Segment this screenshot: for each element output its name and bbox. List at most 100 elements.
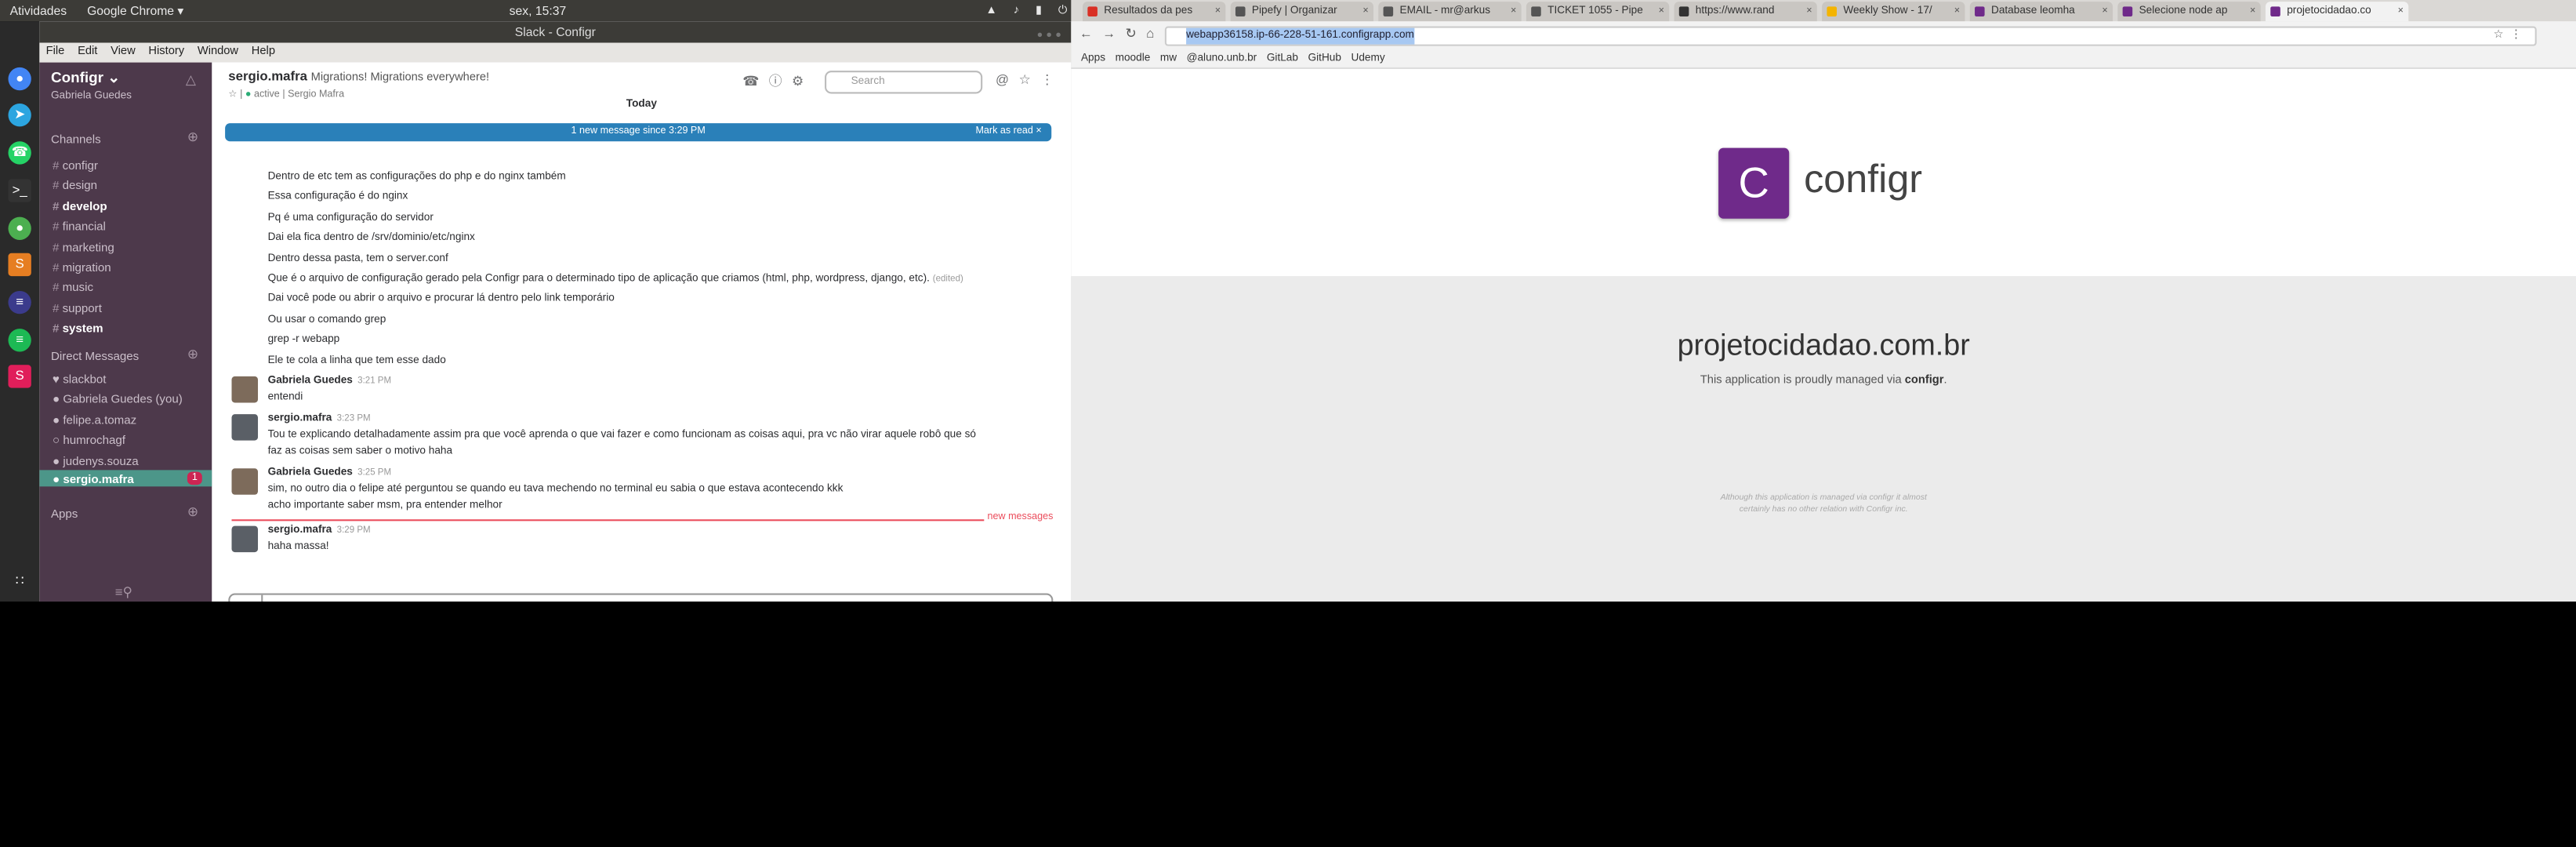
clock[interactable]: sex, 15:37 <box>510 0 567 21</box>
apps-header[interactable]: Apps <box>51 506 78 521</box>
close-tab-icon[interactable]: × <box>1362 2 1368 21</box>
sublime-icon[interactable]: S <box>8 253 31 277</box>
bookmark-2[interactable]: mw <box>1160 53 1177 64</box>
message-author[interactable]: sergio.mafra 3:23 PM <box>268 413 371 424</box>
sidebar-dm-2[interactable]: ● felipe.a.tomaz <box>53 413 136 427</box>
channels-header[interactable]: Channels <box>51 132 101 147</box>
bell-icon[interactable]: △ <box>186 72 196 87</box>
browser-tab-3[interactable]: TICKET 1055 - Pipe × <box>1526 2 1670 22</box>
add-dm-icon[interactable]: ⊕ <box>187 347 198 362</box>
menu-history[interactable]: History <box>148 46 184 58</box>
bookmark-0[interactable]: Apps <box>1081 53 1105 64</box>
sidebar-channel-design[interactable]: # design <box>53 178 97 193</box>
bookmark-3[interactable]: @aluno.unb.br <box>1187 53 1257 64</box>
current-user[interactable]: Gabriela Guedes <box>51 90 132 102</box>
bookmark-6[interactable]: Udemy <box>1351 53 1385 64</box>
avatar[interactable] <box>231 525 259 553</box>
omnibox-icons[interactable]: ☆⋮ <box>2494 28 2529 42</box>
bookmark-4[interactable]: GitLab <box>1267 53 1298 64</box>
menu-window[interactable]: Window <box>198 46 238 58</box>
avatar[interactable] <box>231 468 259 495</box>
app-menu[interactable]: Google Chrome ▾ <box>87 0 183 21</box>
bookmark-1[interactable]: moodle <box>1116 53 1151 64</box>
sidebar-dm-1[interactable]: ● Gabriela Guedes (you) <box>53 392 183 407</box>
slack-icon[interactable]: S <box>8 365 31 388</box>
author-name[interactable]: Gabriela Guedes <box>268 467 353 478</box>
author-name[interactable]: Gabriela Guedes <box>268 375 353 387</box>
activities-button[interactable]: Atividades <box>10 0 67 21</box>
add-channel-icon[interactable]: ⊕ <box>187 130 198 145</box>
menu-help[interactable]: Help <box>252 46 275 58</box>
browser-tab-0[interactable]: Resultados da pes × <box>1083 2 1226 22</box>
sidebar-channel-music[interactable]: # music <box>53 280 93 295</box>
close-tab-icon[interactable]: × <box>2250 2 2255 21</box>
message-time[interactable]: 3:29 PM <box>337 526 371 536</box>
sidebar-dm-4[interactable]: ● judenys.souza <box>53 453 139 468</box>
message-line: grep -r webapp <box>268 334 340 346</box>
nav-buttons[interactable]: ←→↻⌂ <box>1079 27 1164 42</box>
terminal-icon[interactable]: >_ <box>8 179 31 202</box>
attach-button[interactable]: + <box>230 594 263 602</box>
browser-tab-2[interactable]: EMAIL - mr@arkus × <box>1378 2 1522 22</box>
message-author[interactable]: sergio.mafra 3:29 PM <box>268 525 371 536</box>
menu-file[interactable]: File <box>46 46 65 58</box>
close-tab-icon[interactable]: × <box>1215 2 1221 21</box>
close-tab-icon[interactable]: × <box>1954 2 1960 21</box>
spotify-icon[interactable]: ≡ <box>8 329 31 352</box>
sidebar-channel-system[interactable]: # system <box>53 321 103 336</box>
browser-tab-5[interactable]: Weekly Show - 17/ × <box>1822 2 1965 22</box>
sidebar-dm-3[interactable]: ○ humrochagf <box>53 433 125 448</box>
sidebar-channel-marketing[interactable]: # marketing <box>53 239 114 254</box>
menu-view[interactable]: View <box>111 46 136 58</box>
disclaimer: Although this application is managed via… <box>1071 493 2576 516</box>
message-author[interactable]: Gabriela Guedes 3:21 PM <box>268 375 392 387</box>
message-time[interactable]: 3:21 PM <box>357 376 391 387</box>
message-input[interactable]: + Message @sergio.mafra Migrations! Migr… <box>228 593 1054 602</box>
close-tab-icon[interactable]: × <box>1806 2 1812 21</box>
app-icon-2[interactable]: ≡ <box>8 290 31 314</box>
menu-edit[interactable]: Edit <box>78 46 97 58</box>
whatsapp-icon[interactable]: ☎ <box>8 141 31 165</box>
sidebar-channel-develop[interactable]: # develop <box>53 198 107 213</box>
author-name[interactable]: sergio.mafra <box>268 413 332 424</box>
system-tray-icons[interactable]: ▲ ♪ ▮ ⏻ <box>985 0 1073 21</box>
app-grid-icon[interactable]: ∷ <box>8 570 31 593</box>
address-bar[interactable]: webapp36158.ip-66-228-51-161.configrapp.… <box>1164 26 2537 46</box>
sidebar-dm-0[interactable]: ♥ slackbot <box>53 372 106 387</box>
sidebar-channel-configr[interactable]: # configr <box>53 158 98 173</box>
bookmark-5[interactable]: GitHub <box>1308 53 1341 64</box>
app-icon[interactable]: ● <box>8 216 31 240</box>
sidebar-item-sergio[interactable]: ● sergio.mafra 1 <box>39 470 212 487</box>
hash-icon: # <box>53 239 63 254</box>
sidebar-channel-financial[interactable]: # financial <box>53 219 106 234</box>
message-time[interactable]: 3:23 PM <box>337 414 371 424</box>
avatar[interactable] <box>231 414 259 441</box>
browser-tab-6[interactable]: Database leomha × <box>1969 2 2113 22</box>
telegram-icon[interactable]: ➤ <box>8 104 31 127</box>
dm-header[interactable]: Direct Messages <box>51 348 139 363</box>
mention-emoji-icons[interactable]: @☺ <box>1003 595 1043 602</box>
author-name[interactable]: sergio.mafra <box>268 525 332 536</box>
browser-tab-4[interactable]: https://www.rand × <box>1674 2 1817 22</box>
browser-tab-1[interactable]: Pipefy | Organizar × <box>1230 2 1374 22</box>
url-text[interactable]: webapp36158.ip-66-228-51-161.configrapp.… <box>1186 27 1414 45</box>
favicon <box>2122 6 2133 16</box>
browser-tab-8[interactable]: projetocidadao.co × <box>2265 2 2409 22</box>
close-tab-icon[interactable]: × <box>1659 2 1664 21</box>
message-line: Dai ela fica dentro de /srv/dominio/etc/… <box>268 232 475 244</box>
message-time[interactable]: 3:25 PM <box>357 468 391 478</box>
message-author[interactable]: Gabriela Guedes 3:25 PM <box>268 467 392 478</box>
close-tab-icon[interactable]: × <box>1511 2 1516 21</box>
chrome-icon[interactable]: ● <box>8 67 31 91</box>
close-tab-icon[interactable]: × <box>2398 2 2404 21</box>
sidebar-channel-support[interactable]: # support <box>53 300 102 315</box>
team-name[interactable]: Configr ⌄ <box>51 69 120 87</box>
managed-brand-link[interactable]: configr <box>1905 375 1944 387</box>
quick-switcher-icon[interactable]: ≡⚲ <box>115 585 132 600</box>
add-app-icon[interactable]: ⊕ <box>187 504 198 519</box>
sidebar-channel-migration[interactable]: # migration <box>53 260 111 274</box>
close-tab-icon[interactable]: × <box>2102 2 2107 21</box>
browser-tab-7[interactable]: Selecione node ap × <box>2117 2 2261 22</box>
message-text: grep -r webapp <box>267 333 340 346</box>
avatar[interactable] <box>231 376 259 403</box>
